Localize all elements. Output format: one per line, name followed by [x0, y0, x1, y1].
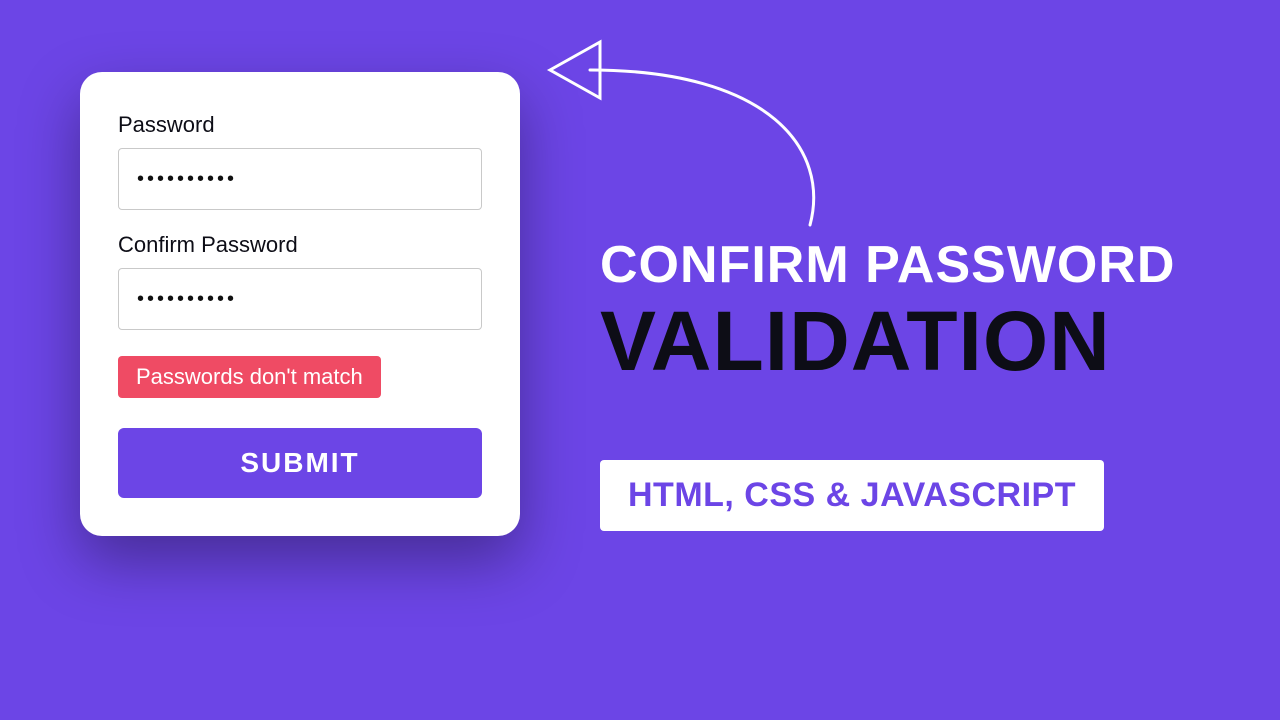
confirm-password-input[interactable] — [118, 268, 482, 330]
confirm-password-label: Confirm Password — [118, 232, 482, 258]
submit-button[interactable]: SUBMIT — [118, 428, 482, 498]
hero-line-1: CONFIRM PASSWORD — [600, 235, 1240, 295]
error-message-badge: Passwords don't match — [118, 356, 381, 398]
hero-line-2: VALIDATION — [600, 297, 1240, 385]
password-input[interactable] — [118, 148, 482, 210]
password-field-group: Password — [118, 112, 482, 210]
password-label: Password — [118, 112, 482, 138]
hero-headline: CONFIRM PASSWORD VALIDATION — [600, 235, 1240, 385]
confirm-password-field-group: Confirm Password — [118, 232, 482, 330]
pointer-arrow-icon — [530, 30, 850, 240]
tech-tag-pill: HTML, CSS & JAVASCRIPT — [600, 460, 1104, 531]
password-form-card: Password Confirm Password Passwords don'… — [80, 72, 520, 536]
